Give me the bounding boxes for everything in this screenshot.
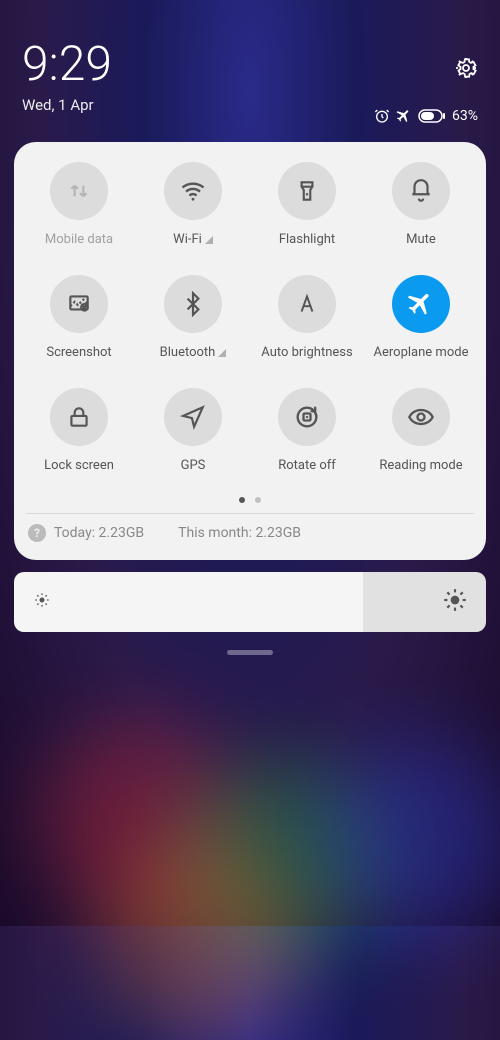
tile-label: Bluetooth (160, 345, 227, 360)
brightness-high-icon (442, 587, 468, 617)
tile-bluetooth[interactable]: Bluetooth (136, 275, 250, 360)
screenshot-icon (50, 275, 108, 333)
page-dot-active (239, 497, 245, 503)
page-indicator (22, 497, 478, 503)
gear-icon (454, 56, 478, 80)
brightness-low-icon (32, 590, 52, 614)
tile-label: Rotate off (278, 458, 336, 473)
tile-label: Screenshot (46, 345, 111, 360)
tile-mobile-data[interactable]: Mobile data (22, 162, 136, 247)
tile-rotate-off[interactable]: Rotate off (250, 388, 364, 473)
airplane-icon (396, 108, 412, 124)
tile-label: GPS (181, 458, 206, 473)
data-usage-row[interactable]: ? Today: 2.23GB This month: 2.23GB (22, 514, 478, 546)
tile-label: Reading mode (379, 458, 462, 473)
usage-today: Today: 2.23GB (54, 525, 144, 541)
bluetooth-icon (164, 275, 222, 333)
mobile-data-icon (50, 162, 108, 220)
aeroplane-icon (392, 275, 450, 333)
settings-button[interactable] (454, 56, 478, 80)
clock: 9:29 (22, 40, 478, 88)
auto-brightness-icon (278, 275, 336, 333)
gps-icon (164, 388, 222, 446)
help-icon: ? (28, 524, 46, 542)
battery-percent: 63% (452, 108, 478, 124)
reading-mode-icon (392, 388, 450, 446)
lock-icon (50, 388, 108, 446)
rotate-off-icon (278, 388, 336, 446)
tile-gps[interactable]: GPS (136, 388, 250, 473)
flashlight-icon (278, 162, 336, 220)
tile-aeroplane-mode[interactable]: Aeroplane mode (364, 275, 478, 360)
battery-icon (418, 109, 446, 123)
expand-icon (218, 349, 226, 357)
tile-label: Mobile data (45, 232, 113, 247)
drag-handle[interactable] (227, 650, 273, 655)
alarm-icon (374, 108, 390, 124)
page-dot (255, 497, 261, 503)
tile-reading-mode[interactable]: Reading mode (364, 388, 478, 473)
brightness-slider[interactable] (14, 572, 486, 632)
tile-lock-screen[interactable]: Lock screen (22, 388, 136, 473)
tile-flashlight[interactable]: Flashlight (250, 162, 364, 247)
usage-month: This month: 2.23GB (178, 525, 301, 541)
tile-label: Auto brightness (261, 345, 352, 360)
tile-label: Aeroplane mode (374, 345, 469, 360)
tile-wifi[interactable]: Wi-Fi (136, 162, 250, 247)
tile-label: Flashlight (279, 232, 335, 247)
expand-icon (205, 236, 213, 244)
tile-mute[interactable]: Mute (364, 162, 478, 247)
tile-auto-brightness[interactable]: Auto brightness (250, 275, 364, 360)
quick-settings-panel: Mobile data Wi-Fi Flashlight Mute Screen (14, 142, 486, 560)
tile-label: Mute (406, 232, 436, 247)
tiles-grid: Mobile data Wi-Fi Flashlight Mute Screen (22, 162, 478, 473)
tile-screenshot[interactable]: Screenshot (22, 275, 136, 360)
tile-label: Lock screen (44, 458, 114, 473)
tile-label: Wi-Fi (173, 232, 213, 247)
status-icons: 63% (374, 108, 478, 124)
wifi-icon (164, 162, 222, 220)
status-bar: 9:29 Wed, 1 Apr 63% (0, 0, 500, 114)
mute-icon (392, 162, 450, 220)
